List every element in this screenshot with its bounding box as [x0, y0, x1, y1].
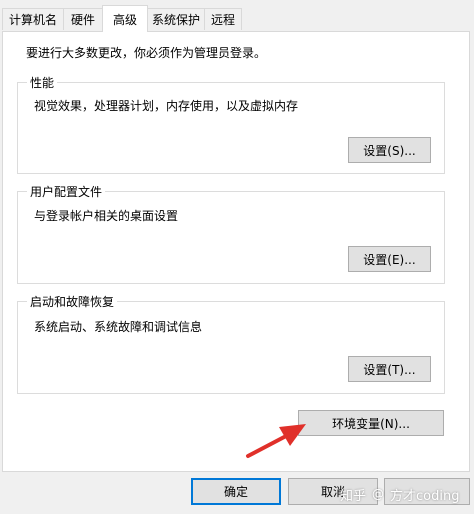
watermark: 知乎 @ 方才coding [340, 485, 470, 504]
annotation-arrow-icon [246, 424, 306, 458]
watermark-at: @ [372, 487, 385, 501]
watermark-site: 知乎 [340, 488, 367, 504]
watermark-author: 方才coding [390, 488, 460, 504]
